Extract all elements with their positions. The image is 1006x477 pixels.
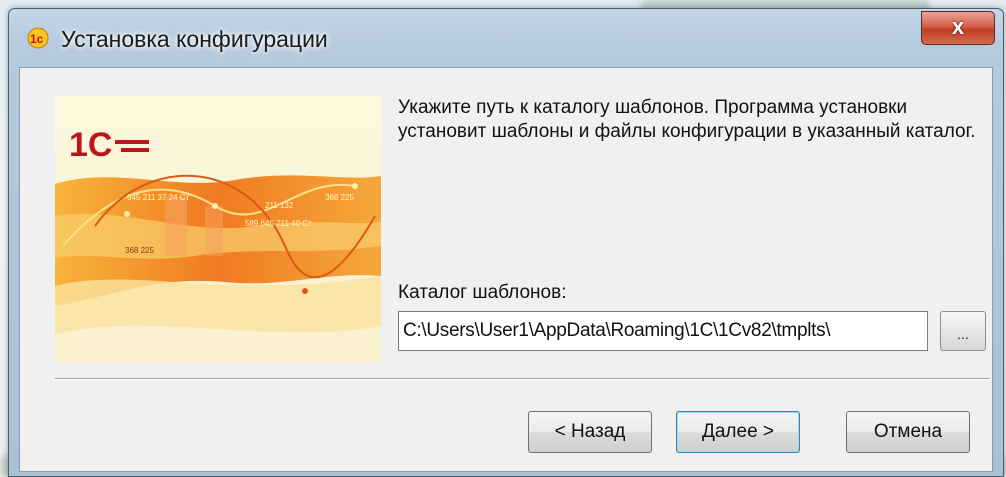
banner-number-label: 589 645 711 40 Ст — [245, 219, 312, 228]
banner-number-label: 368 225 — [325, 193, 354, 202]
separator — [55, 378, 989, 380]
close-button[interactable]: x — [921, 11, 995, 45]
back-button[interactable]: < Назад — [528, 411, 652, 453]
svg-text:1c: 1c — [30, 32, 44, 46]
setup-dialog: 1c Установка конфигурации x 1С 645 211 3… — [8, 8, 1004, 477]
catalog-path-input[interactable] — [398, 311, 928, 351]
instruction-text: Укажите путь к каталогу шаблонов. Програ… — [398, 97, 976, 142]
banner-number-label: 645 211 37 24 Ст — [127, 193, 190, 202]
cancel-button[interactable]: Отмена — [846, 411, 970, 453]
catalog-label: Каталог шаблонов: — [398, 282, 567, 303]
window-title: Установка конфигурации — [61, 26, 328, 52]
banner-image: 1С 645 211 37 24 Ст 211 132 368 225 589 … — [55, 96, 381, 362]
logo-text: 1С — [69, 126, 112, 164]
next-button[interactable]: Далее > — [676, 411, 800, 453]
dialog-client-area: 1С 645 211 37 24 Ст 211 132 368 225 589 … — [19, 67, 993, 472]
banner-graphic: 1С 645 211 37 24 Ст 211 132 368 225 589 … — [55, 96, 381, 362]
banner-number-label: 368 225 — [125, 246, 154, 255]
title-bar[interactable]: 1c Установка конфигурации x — [9, 9, 1003, 67]
browse-button[interactable]: ... — [940, 311, 986, 351]
banner-number-label: 211 132 — [265, 201, 294, 210]
app-1c-icon: 1c — [27, 27, 49, 49]
close-icon: x — [951, 14, 965, 39]
